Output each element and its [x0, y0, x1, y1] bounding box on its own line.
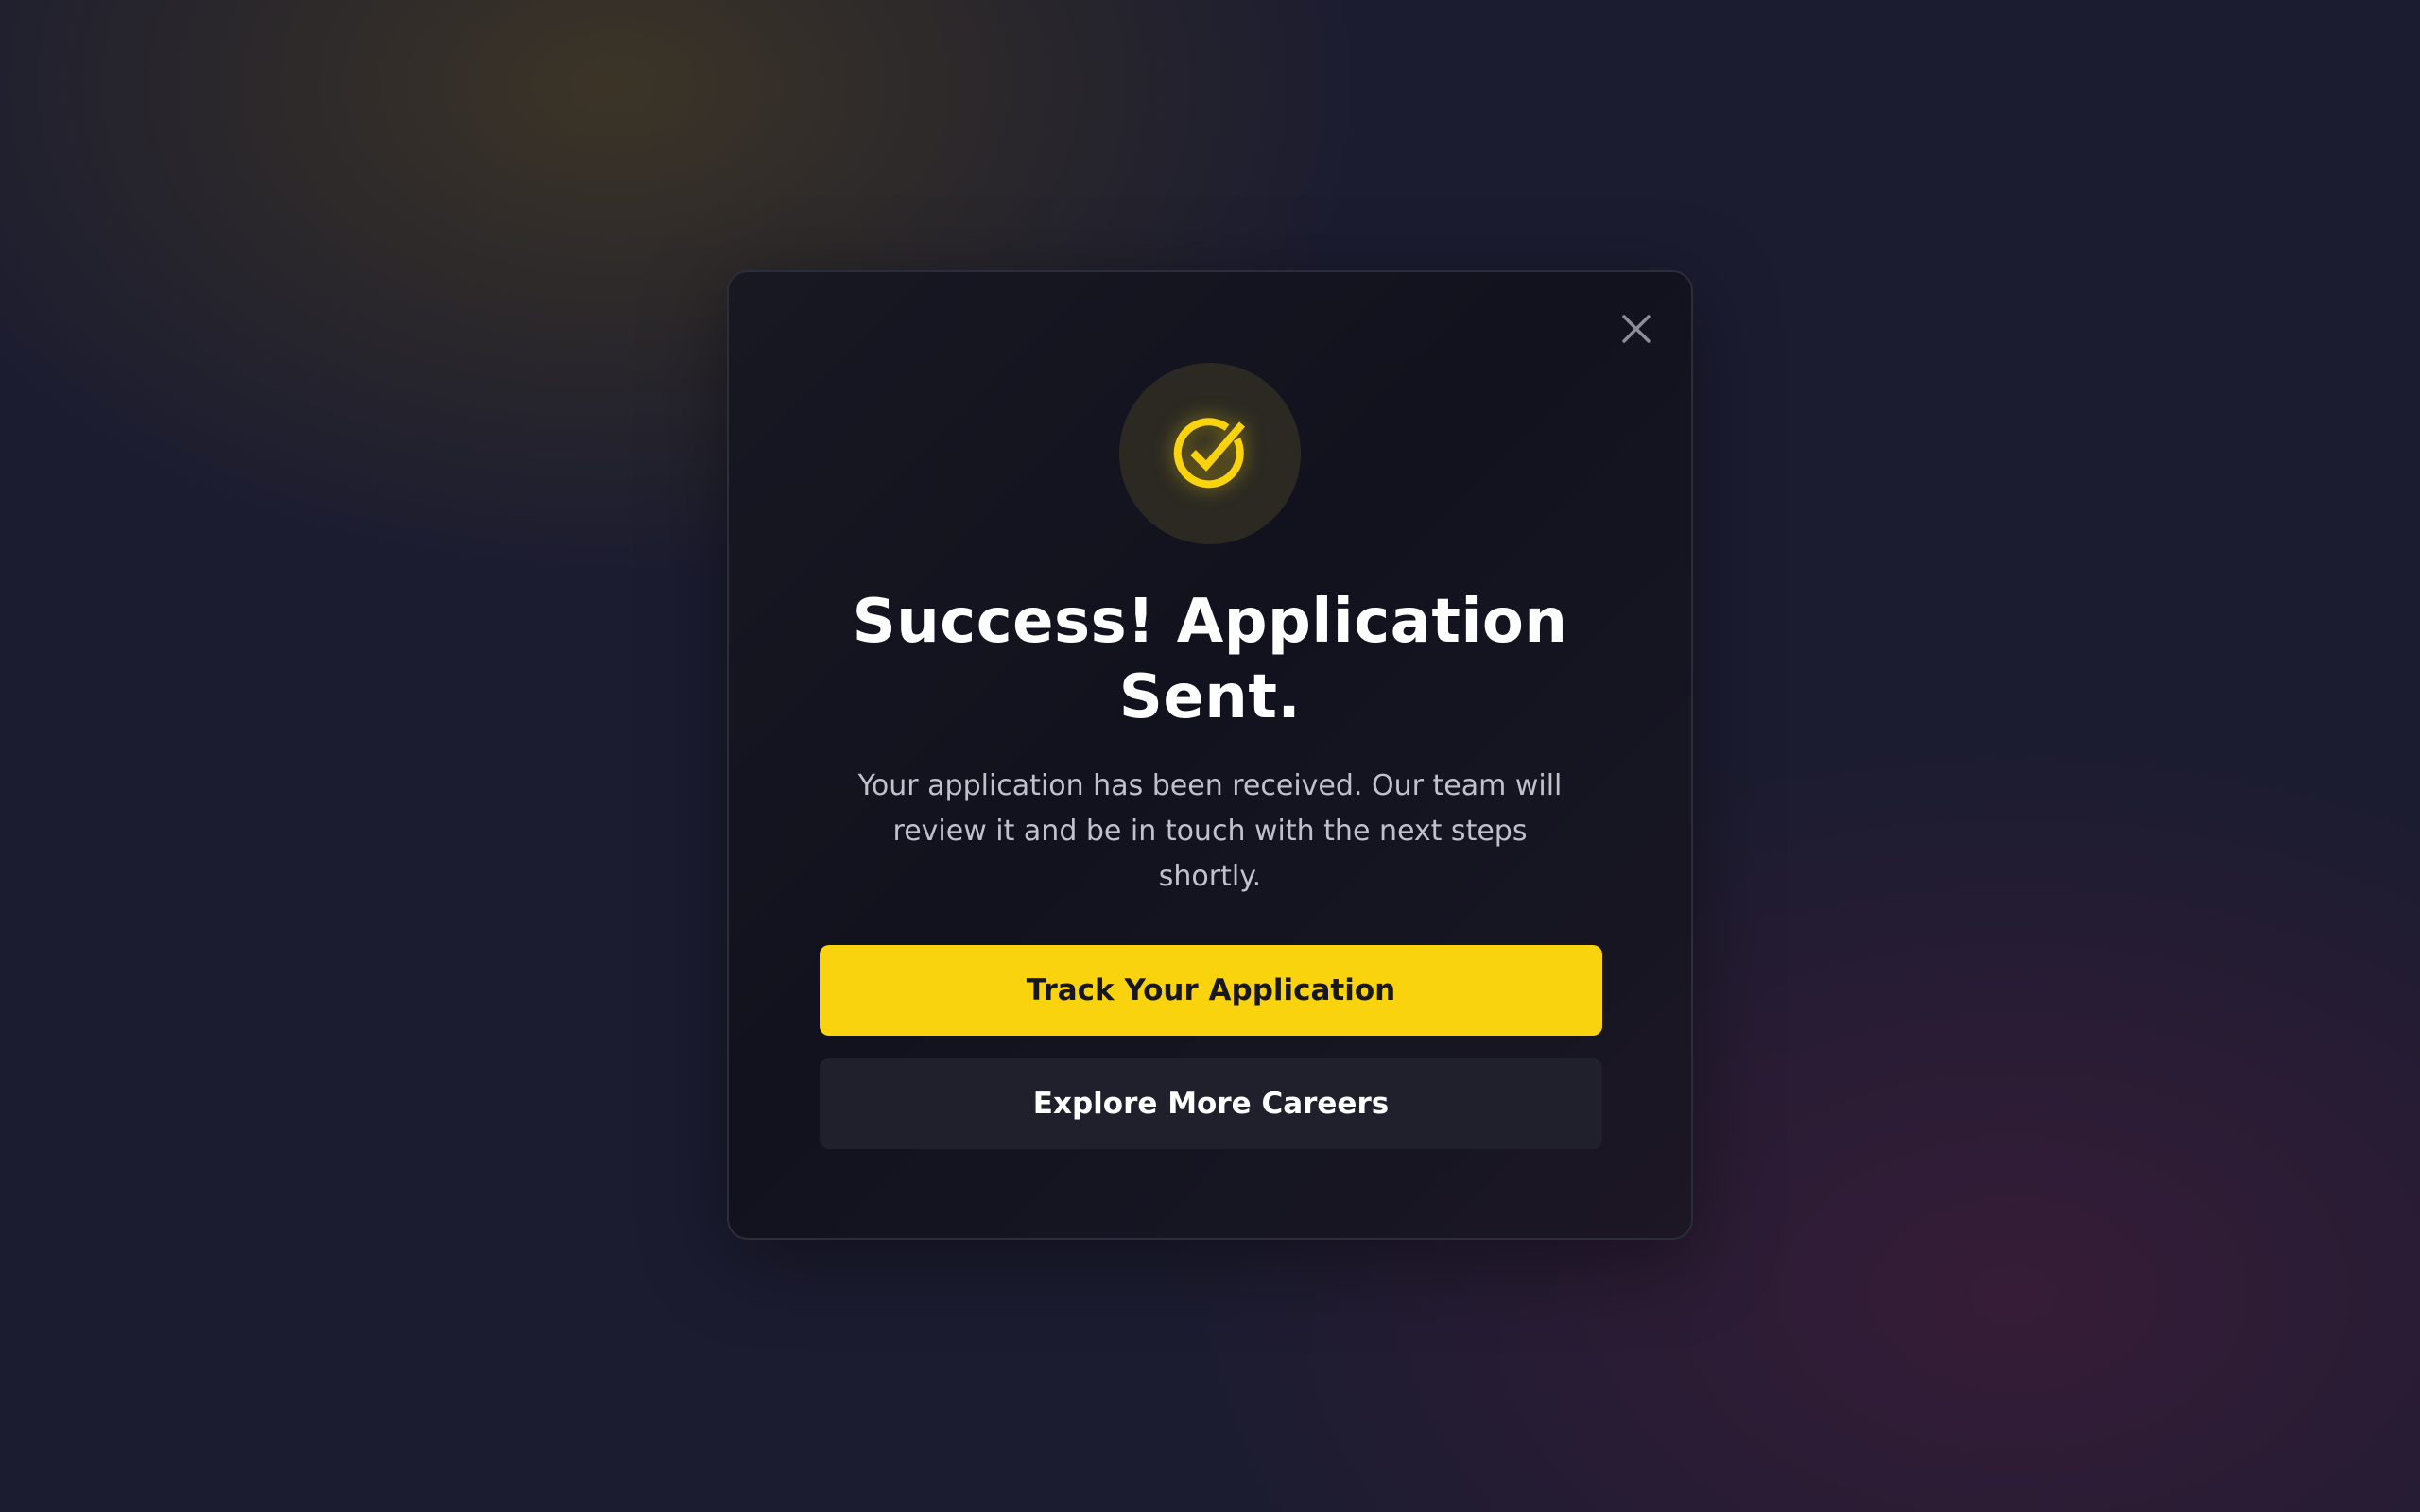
check-circle-icon — [1173, 418, 1246, 489]
track-application-button[interactable]: Track Your Application — [820, 945, 1602, 1036]
close-icon — [1622, 315, 1651, 343]
title-line-2: Sent. — [1118, 662, 1302, 732]
title-line-1: Success! Application — [852, 587, 1568, 657]
explore-careers-button[interactable]: Explore More Careers — [820, 1058, 1602, 1149]
explore-careers-button-label: Explore More Careers — [1032, 1087, 1390, 1121]
success-dialog: Success! Application Sent. Your applicat… — [727, 270, 1693, 1240]
close-button[interactable] — [1616, 308, 1657, 350]
page-background: { "modal": { "close_icon": "close-icon",… — [0, 0, 2420, 1512]
track-application-button-label: Track Your Application — [1026, 973, 1396, 1007]
dialog-title: Success! Application Sent. — [729, 584, 1691, 735]
success-icon-badge — [1119, 363, 1301, 544]
dialog-message: Your application has been received. Our … — [857, 769, 1563, 893]
